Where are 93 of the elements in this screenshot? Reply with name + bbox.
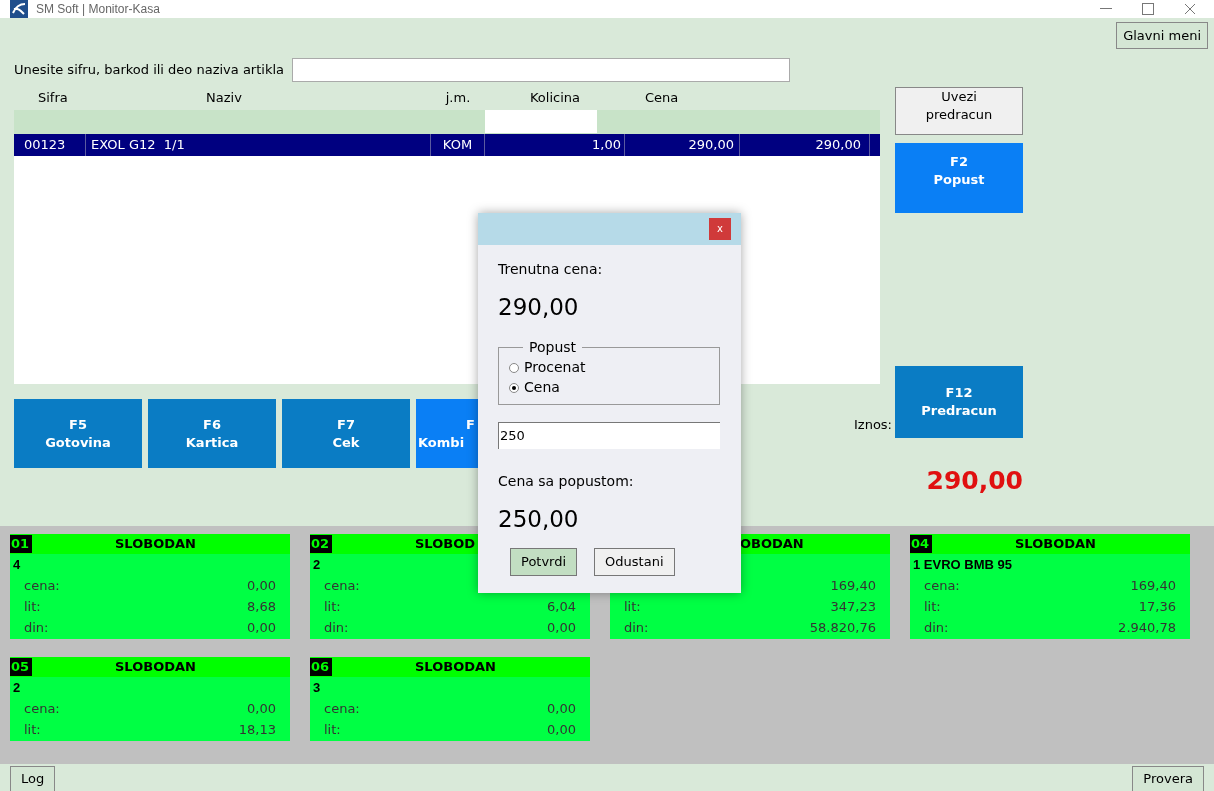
pump-row-label: cena:	[24, 700, 60, 719]
pump-number: 06	[310, 657, 332, 676]
pump-card[interactable]: 06 SLOBODAN 3 cena: 0,00 lit: 0,00	[310, 656, 590, 741]
pump-row-value: 0,00	[547, 700, 576, 719]
total-label: Iznos:	[854, 416, 892, 434]
pump-status: SLOBODAN	[1015, 534, 1096, 553]
radio-button[interactable]	[509, 382, 519, 393]
pump-row-label: lit:	[24, 598, 41, 617]
table-cell: 290,00	[625, 134, 740, 156]
close-icon[interactable]	[1184, 3, 1196, 15]
pump-status: SLOBODAN	[415, 657, 496, 676]
pump-row-label: din:	[924, 619, 949, 638]
pump-row-value: 58.820,76	[809, 619, 876, 638]
window-title: SM Soft | Monitor-Kasa	[36, 1, 160, 18]
pump-card[interactable]: 05 SLOBODAN 2 cena: 0,00 lit: 18,13	[10, 656, 290, 741]
minimize-icon[interactable]	[1100, 8, 1112, 10]
pump-row-label: cena:	[324, 700, 360, 719]
column-header: j.m.	[444, 89, 472, 108]
pump-fuel-name: 3	[313, 678, 321, 697]
pump-fuel-name: 1 EVRO BMB 95	[913, 555, 1012, 574]
pump-status: SLOBODAN	[115, 657, 196, 676]
column-header: Naziv	[205, 89, 243, 108]
pump-row-value: 169,40	[830, 577, 876, 596]
pump-row-value: 0,00	[547, 619, 576, 638]
payment-button[interactable]: F5 Gotovina	[14, 399, 142, 468]
table-row[interactable]: 00123 EXOL G12 1/1 KOM 1,00 290,00 290,00	[14, 134, 880, 156]
current-price-label: Trenutna cena:	[498, 260, 604, 279]
main-menu-button[interactable]: Glavni meni	[1116, 22, 1208, 49]
radio-button[interactable]	[509, 362, 519, 373]
log-button[interactable]: Log	[10, 766, 56, 791]
discounted-price-label: Cena sa popustom:	[498, 471, 635, 491]
pump-row-label: lit:	[324, 598, 341, 617]
table-cell: KOM	[431, 134, 485, 156]
table-cell: EXOL G12 1/1	[86, 134, 431, 156]
discount-input[interactable]: 250	[498, 421, 720, 449]
total-amount: 290,00	[925, 465, 1023, 497]
check-button[interactable]: Provera	[1132, 766, 1204, 791]
pump-row-label: cena:	[24, 577, 60, 596]
pump-fuel-name: 2	[313, 555, 321, 574]
current-price-value: 290,00	[498, 293, 580, 322]
maximize-icon[interactable]	[1142, 3, 1154, 15]
pump-row-label: lit:	[324, 721, 341, 740]
pump-row-label: lit:	[24, 721, 41, 740]
discount-group-title: Popust	[528, 337, 578, 357]
discounted-price-value: 250,00	[498, 504, 580, 534]
table-cell: 00123	[14, 134, 86, 156]
pump-row-value: 17,36	[1138, 598, 1176, 617]
pump-row-label: din:	[624, 619, 649, 638]
table-cell: 1,00	[485, 134, 625, 156]
pump-status: SLOBOD	[415, 534, 475, 553]
pump-row-value: 0,00	[547, 721, 576, 740]
dialog-close-button[interactable]: x	[709, 218, 731, 240]
pump-row-value: 6,04	[547, 598, 576, 617]
pump-row-value: 8,68	[247, 598, 276, 617]
pump-row-value: 169,40	[1130, 577, 1176, 596]
pump-row-label: lit:	[624, 598, 641, 617]
pump-card[interactable]: 01 SLOBODAN 4 cena: 0,00 lit: 8,68 din: 0,00	[10, 533, 290, 639]
radio-label: Procenat	[524, 358, 586, 377]
pump-row-value: 0,00	[247, 619, 276, 638]
pump-row-value: 0,00	[247, 700, 276, 719]
payment-button[interactable]: F7 Cek	[282, 399, 410, 468]
pump-number: 02	[310, 534, 332, 553]
pump-row-value: 18,13	[238, 721, 276, 740]
function-button[interactable]: F2 Popust	[895, 143, 1023, 213]
pump-row-value: 2.940,78	[1118, 619, 1176, 638]
pump-row-label: din:	[24, 619, 49, 638]
pump-card[interactable]: 04 SLOBODAN 1 EVRO BMB 95 cena: 169,40 lit: 17,36 din: 2.940,78	[910, 533, 1190, 639]
cancel-button[interactable]: Odustani	[594, 548, 675, 576]
pump-row-label: lit:	[924, 598, 941, 617]
search-label: Unesite sifru, barkod ili deo naziva artikla	[14, 61, 284, 80]
search-field[interactable]	[292, 58, 790, 82]
pump-number: 01	[10, 534, 32, 553]
function-button[interactable]: F12 Predracun	[895, 366, 1023, 438]
column-header: Kolicina	[529, 89, 581, 108]
pump-fuel-name: 2	[13, 678, 21, 697]
radio-label: Cena	[524, 378, 560, 397]
pump-row-label: din:	[324, 619, 349, 638]
table-cell: 290,00	[740, 134, 870, 156]
pump-row-value: 0,00	[247, 577, 276, 596]
pump-row-label: cena:	[324, 577, 360, 596]
pump-number: 04	[910, 534, 932, 553]
confirm-button[interactable]: Potvrdi	[510, 548, 578, 576]
pump-status: SLOBODAN	[115, 534, 196, 553]
quantity-input[interactable]	[485, 110, 597, 133]
pump-status: OBODAN	[740, 534, 804, 553]
pump-row-label: cena:	[924, 577, 960, 596]
import-button[interactable]: Uvezi predracun	[895, 87, 1023, 135]
pump-number: 05	[10, 657, 32, 676]
payment-button[interactable]: F6 Kartica	[148, 399, 276, 468]
column-header: Sifra	[37, 89, 69, 108]
column-header: Cena	[644, 89, 680, 108]
pump-row-value: 347,23	[830, 598, 876, 617]
pump-fuel-name: 4	[13, 555, 21, 574]
